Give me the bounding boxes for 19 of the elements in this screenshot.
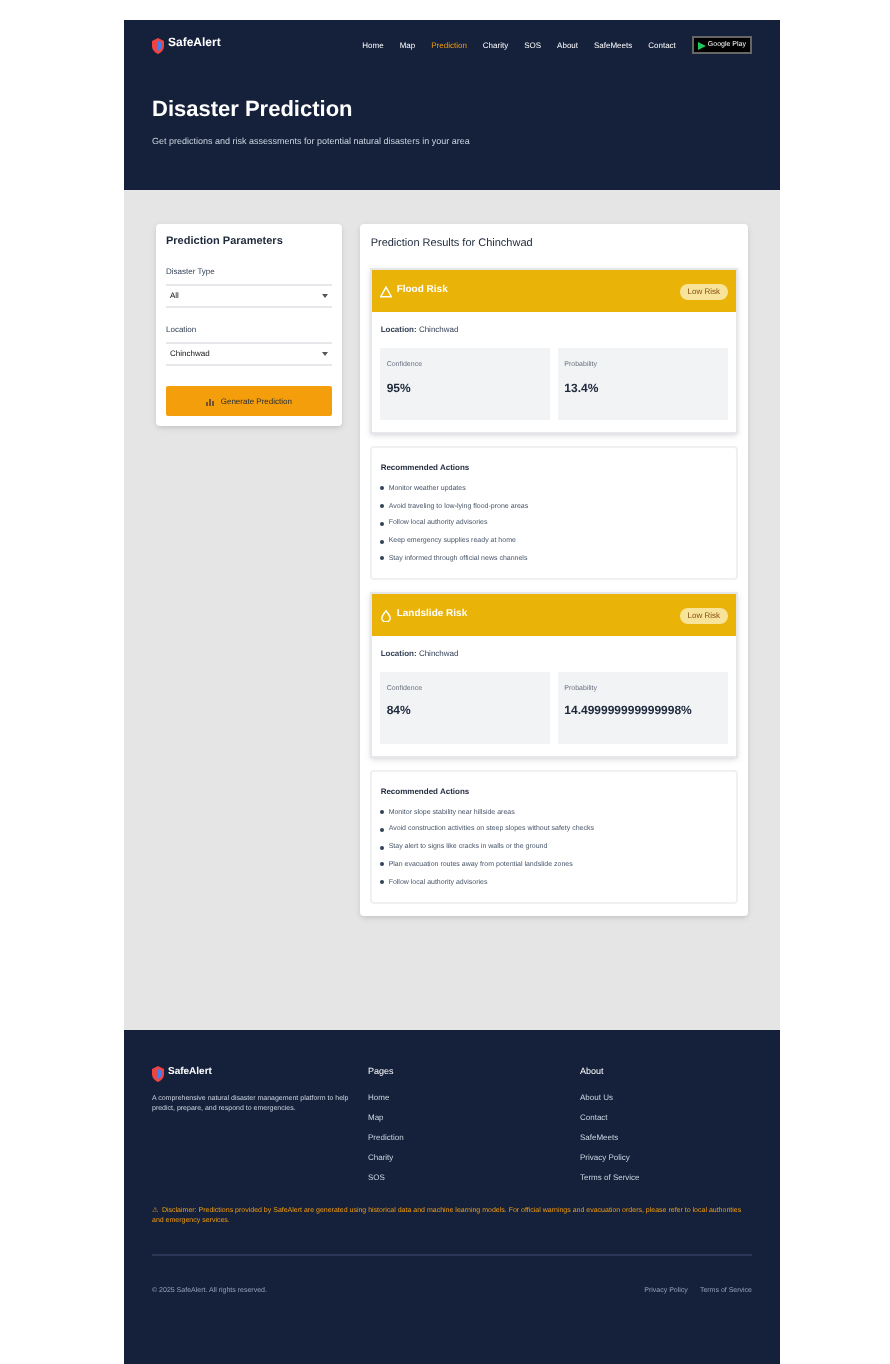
shield-logo-icon: [152, 1066, 164, 1082]
bullet-icon: [380, 810, 385, 815]
bullet-icon: [380, 556, 385, 561]
page-title: Disaster Prediction: [152, 96, 355, 127]
warning-icon: [380, 285, 393, 298]
chart-icon: [206, 397, 215, 406]
caret-icon: [322, 352, 329, 357]
play-icon: [697, 41, 706, 50]
bullet-icon: [380, 880, 385, 885]
shield-logo-icon: [152, 37, 164, 54]
bullet-icon: [380, 862, 385, 867]
bullet-icon: [380, 845, 385, 850]
bullet-icon: [380, 827, 385, 832]
bullet-icon: [380, 504, 385, 509]
bullet-icon: [380, 539, 385, 544]
caret-icon: [322, 294, 329, 299]
bullet-icon: [380, 521, 385, 526]
bullet-icon: [380, 486, 385, 491]
drop-icon: [380, 609, 393, 621]
